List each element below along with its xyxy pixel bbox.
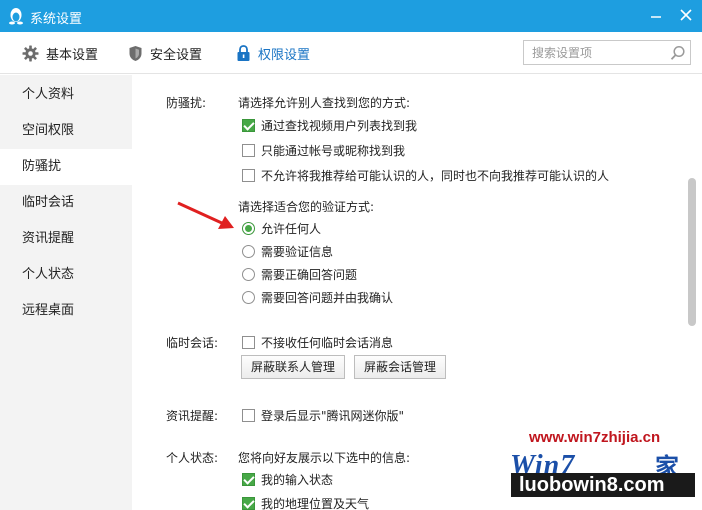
sidebar-item-anti-harassment[interactable]: 防骚扰: [0, 149, 132, 185]
news-option-label: 登录后显示"腾讯网迷你版": [261, 409, 405, 423]
tab-security-settings-label: 安全设置: [150, 47, 203, 63]
tab-basic-settings-label: 基本设置: [46, 47, 99, 63]
personal-status-prompt: 您将向好友展示以下选中的信息:: [238, 451, 411, 465]
status-option-typing[interactable]: 我的输入状态: [242, 471, 333, 488]
search-input[interactable]: [524, 41, 664, 64]
vertical-scrollbar-thumb[interactable]: [688, 178, 696, 326]
checkbox-checked[interactable]: [242, 119, 255, 132]
search-box[interactable]: [523, 40, 691, 65]
news-reminder-label: 资讯提醒:: [166, 409, 219, 423]
tab-security-settings[interactable]: 安全设置: [128, 32, 202, 74]
blocked-contacts-button[interactable]: 屏蔽联系人管理: [241, 355, 346, 379]
window-title: 系统设置: [30, 12, 83, 27]
radio[interactable]: [242, 268, 255, 281]
verify-option-anyone[interactable]: 允许任何人: [242, 220, 321, 237]
settings-toolbar: 基本设置 安全设置 权限设置: [0, 32, 702, 74]
find-option-account-nickname[interactable]: 只能通过帐号或昵称找到我: [242, 142, 405, 159]
find-option-video-list[interactable]: 通过查找视频用户列表找到我: [242, 117, 417, 134]
checkbox[interactable]: [242, 336, 255, 349]
temp-session-option-label: 不接收任何临时会话消息: [261, 336, 394, 350]
verify-option-label: 需要回答问题并由我确认: [261, 291, 394, 305]
settings-sidebar: 个人资料 空间权限 防骚扰 临时会话 资讯提醒 个人状态 远程桌面: [0, 75, 132, 510]
verify-method-prompt: 请选择适合您的验证方式:: [238, 200, 375, 214]
title-bar: 系统设置: [0, 0, 702, 32]
checkbox[interactable]: [242, 409, 255, 422]
personal-status-label: 个人状态:: [166, 451, 219, 465]
tab-permission-settings[interactable]: 权限设置: [236, 32, 310, 74]
watermark-site: www.win7zhijia.cn: [529, 429, 661, 446]
close-icon[interactable]: [678, 7, 694, 23]
verify-option-answer[interactable]: 需要正确回答问题: [242, 266, 357, 283]
temp-session-option[interactable]: 不接收任何临时会话消息: [242, 334, 393, 351]
news-option[interactable]: 登录后显示"腾讯网迷你版": [242, 407, 404, 424]
tab-basic-settings[interactable]: 基本设置: [22, 32, 98, 74]
watermark: www.win7zhijia.cn Win7 家 luobowin8.com: [505, 425, 702, 510]
checkbox-checked[interactable]: [242, 497, 255, 510]
status-option-label: 我的输入状态: [261, 473, 334, 487]
radio[interactable]: [242, 245, 255, 258]
find-option-no-recommend[interactable]: 不允许将我推荐给可能认识的人，同时也不向我推荐可能认识的人: [242, 167, 609, 184]
shield-icon: [129, 45, 142, 61]
find-option-label: 通过查找视频用户列表找到我: [261, 119, 418, 133]
verify-option-answer-confirm[interactable]: 需要回答问题并由我确认: [242, 289, 393, 306]
minimize-icon[interactable]: [648, 8, 664, 24]
verify-option-message[interactable]: 需要验证信息: [242, 243, 333, 260]
verify-option-label: 需要验证信息: [261, 245, 334, 259]
qq-penguin-icon: [9, 8, 23, 25]
find-option-label: 只能通过帐号或昵称找到我: [261, 144, 406, 158]
sidebar-item-profile[interactable]: 个人资料: [0, 77, 132, 113]
verify-option-label: 允许任何人: [261, 222, 322, 236]
sidebar-item-personal-status[interactable]: 个人状态: [0, 257, 132, 293]
status-option-label: 我的地理位置及天气: [261, 497, 370, 510]
watermark-band: luobowin8.com: [511, 473, 695, 497]
temp-session-label: 临时会话:: [166, 336, 219, 350]
verify-option-label: 需要正确回答问题: [261, 268, 358, 282]
checkbox-checked[interactable]: [242, 473, 255, 486]
anti-harassment-label: 防骚扰:: [166, 96, 207, 110]
blocked-sessions-button[interactable]: 屏蔽会话管理: [354, 355, 447, 379]
radio-selected[interactable]: [242, 222, 255, 235]
sidebar-item-space-permissions[interactable]: 空间权限: [0, 113, 132, 149]
checkbox[interactable]: [242, 144, 255, 157]
tab-permission-settings-label: 权限设置: [258, 47, 311, 63]
lock-icon: [237, 44, 250, 61]
find-option-label: 不允许将我推荐给可能认识的人，同时也不向我推荐可能认识的人: [261, 169, 610, 183]
sidebar-item-news-reminder[interactable]: 资讯提醒: [0, 221, 132, 257]
sidebar-item-temp-session[interactable]: 临时会话: [0, 185, 132, 221]
red-arrow-icon: [177, 201, 234, 229]
find-method-prompt: 请选择允许别人查找到您的方式:: [238, 96, 411, 110]
status-option-location[interactable]: 我的地理位置及天气: [242, 495, 369, 510]
checkbox[interactable]: [242, 169, 255, 182]
radio[interactable]: [242, 291, 255, 304]
gear-icon: [22, 45, 39, 61]
sidebar-item-remote-desktop[interactable]: 远程桌面: [0, 293, 132, 329]
search-icon[interactable]: [670, 45, 686, 61]
